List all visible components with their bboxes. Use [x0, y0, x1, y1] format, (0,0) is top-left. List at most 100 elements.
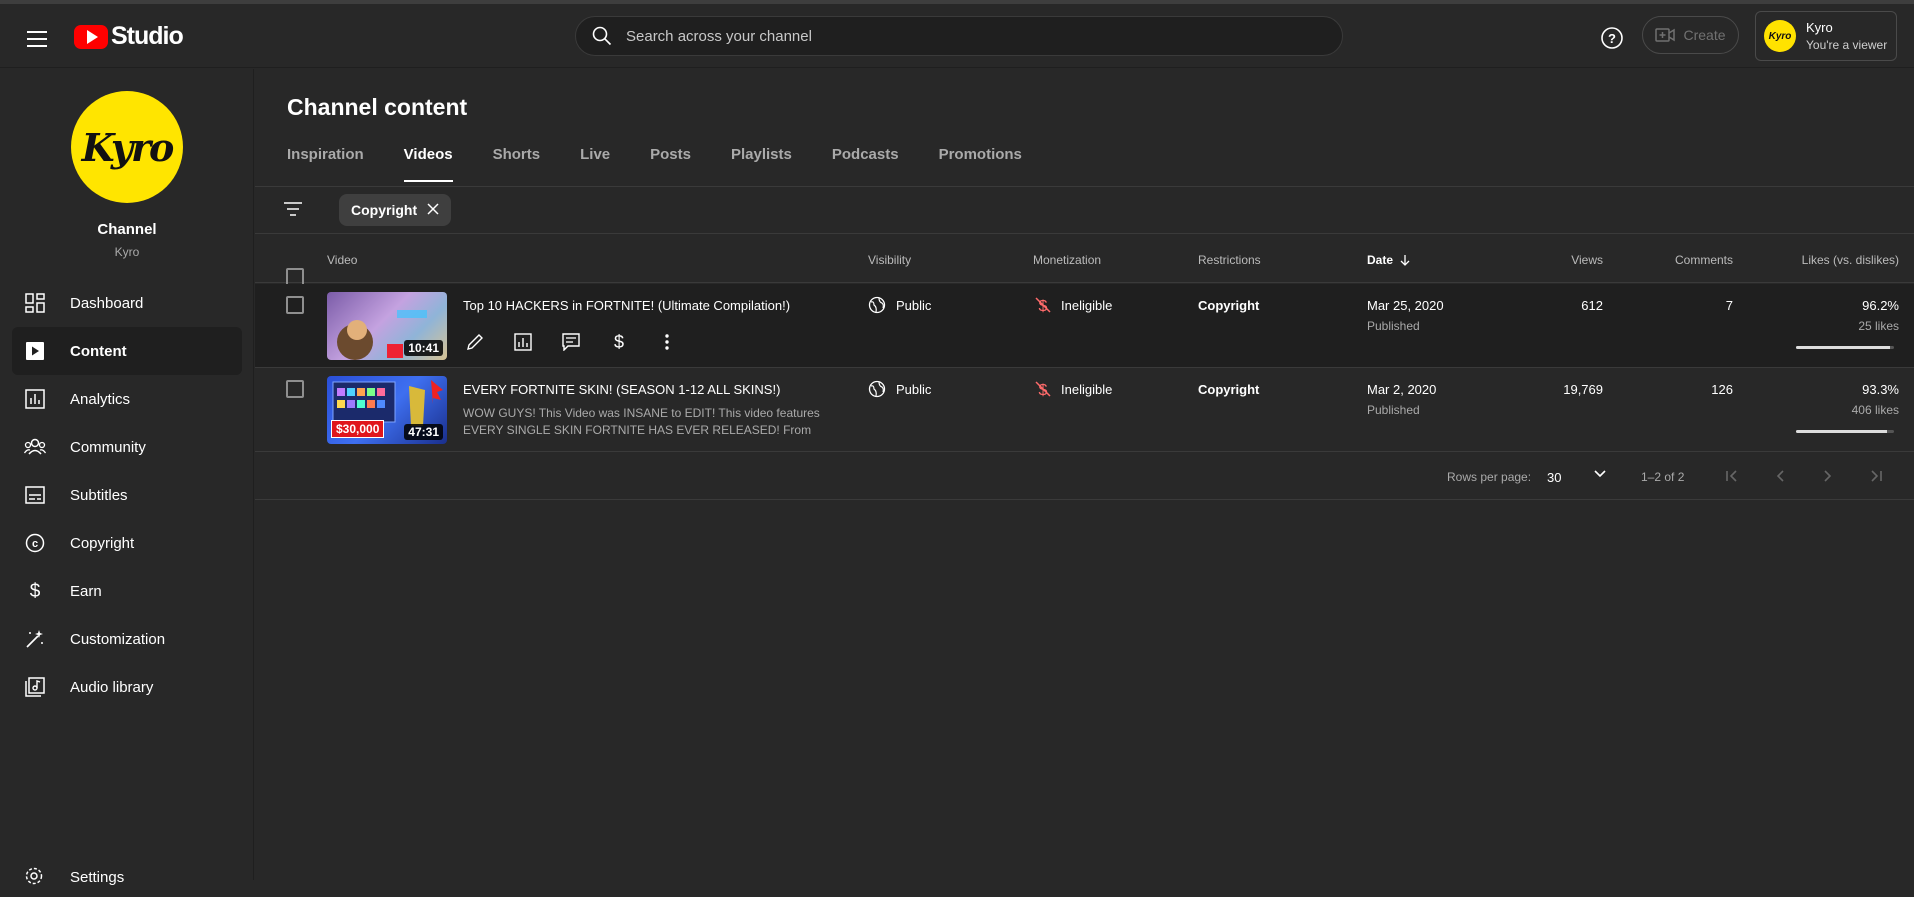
- video-thumbnail[interactable]: 10:41: [327, 292, 447, 360]
- sidebar: Kyro Channel Kyro Dashboard Content Anal…: [0, 69, 254, 886]
- sidebar-item-earn[interactable]: $ Earn: [12, 567, 242, 615]
- rows-per-page-value[interactable]: 30: [1547, 470, 1561, 485]
- menu-icon[interactable]: [22, 24, 52, 54]
- monetization-cell: $ Ineligible: [1035, 380, 1112, 398]
- comments-cell: 126: [1711, 382, 1733, 397]
- video-duration: 10:41: [404, 340, 443, 356]
- sidebar-item-copyright[interactable]: c Copyright: [12, 519, 242, 567]
- create-button[interactable]: Create: [1642, 16, 1739, 54]
- likes-count: 406 likes: [1851, 403, 1899, 417]
- column-comments: Comments: [1674, 253, 1733, 267]
- row-checkbox[interactable]: [286, 380, 304, 398]
- sidebar-item-customization[interactable]: Customization: [12, 615, 242, 663]
- publish-status: Published: [1367, 319, 1420, 333]
- sidebar-item-content[interactable]: Content: [12, 327, 242, 375]
- tab-videos[interactable]: Videos: [403, 145, 453, 185]
- svg-text:c: c: [32, 538, 38, 550]
- date-cell: Mar 2, 2020 Published: [1367, 382, 1436, 417]
- video-thumbnail[interactable]: $30,000 47:31: [327, 376, 447, 444]
- rows-per-page-label: Rows per page:: [1447, 470, 1532, 484]
- comments-cell: 7: [1725, 298, 1733, 313]
- chevron-down-icon[interactable]: [1592, 466, 1608, 485]
- sidebar-item-label: Dashboard: [70, 294, 144, 312]
- more-options-icon[interactable]: [655, 330, 679, 354]
- filter-icon[interactable]: [283, 201, 303, 222]
- globe-icon: [868, 380, 886, 398]
- sidebar-item-settings[interactable]: Settings: [12, 857, 242, 897]
- sidebar-item-label: Community: [70, 438, 146, 456]
- date-value: Mar 2, 2020: [1367, 382, 1437, 397]
- channel-name: Kyro: [114, 245, 140, 259]
- table-row[interactable]: 10:41 Top 10 HACKERS in FORTNITE! (Ultim…: [255, 284, 1914, 368]
- tab-podcasts[interactable]: Podcasts: [832, 145, 899, 185]
- filter-chip-copyright[interactable]: Copyright: [339, 194, 452, 226]
- likes-bar-fill: [1796, 430, 1888, 433]
- create-label: Create: [1683, 27, 1726, 43]
- studio-logo[interactable]: Studio: [74, 22, 184, 51]
- video-title[interactable]: EVERY FORTNITE SKIN! (SEASON 1-12 ALL SK…: [463, 382, 780, 397]
- channel-label: Channel: [97, 221, 157, 238]
- close-icon[interactable]: [427, 202, 439, 218]
- tab-live[interactable]: Live: [580, 145, 610, 185]
- likes-cell: 93.3% 406 likes: [1852, 382, 1899, 417]
- monetization-icon[interactable]: $: [607, 330, 631, 354]
- svg-text:$: $: [614, 332, 624, 352]
- channel-avatar[interactable]: Kyro: [71, 91, 183, 203]
- column-views: Views: [1571, 253, 1603, 267]
- analytics-icon: [24, 388, 46, 410]
- monetization-label: Ineligible: [1061, 297, 1113, 313]
- visibility-label: Public: [896, 297, 932, 313]
- tab-playlists[interactable]: Playlists: [731, 145, 792, 185]
- tab-shorts[interactable]: Shorts: [493, 145, 541, 185]
- edit-icon[interactable]: [463, 330, 487, 354]
- search-input[interactable]: [626, 27, 1226, 45]
- restrictions-cell[interactable]: Copyright: [1198, 382, 1259, 397]
- likes-count: 25 likes: [1858, 319, 1899, 333]
- row-checkbox[interactable]: [286, 296, 304, 314]
- first-page-icon[interactable]: [1721, 465, 1743, 487]
- sidebar-item-subtitles[interactable]: Subtitles: [12, 471, 242, 519]
- account-switcher[interactable]: Kyro Kyro You're a viewer: [1755, 11, 1897, 61]
- help-icon[interactable]: ?: [1600, 26, 1624, 50]
- date-cell: Mar 25, 2020 Published: [1367, 298, 1444, 333]
- likes-bar: [1796, 430, 1894, 433]
- row-actions: $: [463, 330, 679, 354]
- tab-posts[interactable]: Posts: [650, 145, 691, 185]
- sidebar-item-label: Customization: [70, 630, 166, 648]
- visibility-cell[interactable]: Public: [868, 380, 931, 398]
- visibility-cell[interactable]: Public: [868, 296, 931, 314]
- video-duration: 47:31: [404, 424, 443, 440]
- sidebar-item-audio-library[interactable]: Audio library: [12, 663, 242, 711]
- restrictions-cell[interactable]: Copyright: [1198, 298, 1259, 313]
- tab-promotions[interactable]: Promotions: [939, 145, 1022, 185]
- likes-percent: 96.2%: [1862, 298, 1899, 313]
- ineligible-dollar-icon: $: [1035, 297, 1051, 314]
- top-bar: Studio ? Create Kyro Kyro You're a viewe…: [0, 4, 1914, 68]
- likes-cell: 96.2% 25 likes: [1858, 298, 1899, 333]
- tab-inspiration[interactable]: Inspiration: [287, 145, 364, 185]
- next-page-icon[interactable]: [1817, 465, 1839, 487]
- monetization-label: Ineligible: [1061, 381, 1113, 397]
- analytics-icon[interactable]: [511, 330, 535, 354]
- sidebar-item-label: Subtitles: [70, 486, 128, 504]
- video-title[interactable]: Top 10 HACKERS in FORTNITE! (Ultimate Co…: [463, 298, 790, 313]
- monetization-cell: $ Ineligible: [1035, 296, 1112, 314]
- table-row[interactable]: $30,000 47:31 EVERY FORTNITE SKIN! (SEAS…: [255, 368, 1914, 452]
- table-header: Video Visibility Monetization Restrictio…: [255, 235, 1914, 286]
- sidebar-item-analytics[interactable]: Analytics: [12, 375, 242, 423]
- comments-icon[interactable]: [559, 330, 583, 354]
- copyright-icon: c: [24, 532, 46, 554]
- svg-text:?: ?: [1608, 31, 1616, 46]
- last-page-icon[interactable]: [1865, 465, 1887, 487]
- sidebar-item-dashboard[interactable]: Dashboard: [12, 279, 242, 327]
- page-range: 1–2 of 2: [1641, 470, 1685, 484]
- previous-page-icon[interactable]: [1769, 465, 1791, 487]
- views-cell: 19,769: [1563, 382, 1603, 397]
- sidebar-item-community[interactable]: Community: [12, 423, 242, 471]
- column-restrictions: Restrictions: [1198, 253, 1261, 267]
- column-date[interactable]: Date: [1367, 253, 1411, 267]
- publish-status: Published: [1367, 403, 1420, 417]
- content-tabs: Inspiration Videos Shorts Live Posts Pla…: [287, 145, 1062, 185]
- search-bar[interactable]: [575, 16, 1343, 56]
- column-visibility: Visibility: [868, 253, 912, 267]
